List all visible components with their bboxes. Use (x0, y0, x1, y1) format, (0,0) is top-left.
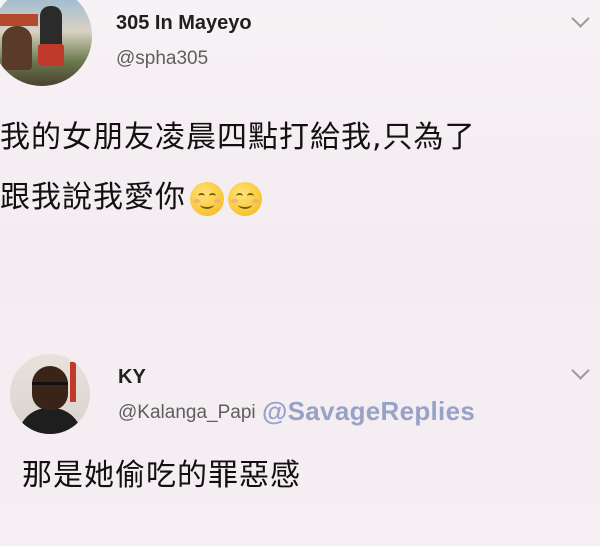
tweet-text-line: 那是她偷吃的罪惡感 (22, 458, 301, 493)
avatar[interactable] (0, 0, 92, 86)
author-handle[interactable]: @Kalanga_Papi (118, 402, 256, 424)
tweet-2: KY @Kalanga_Papi @SavageReplies 那是她偷吃的罪惡… (0, 340, 600, 546)
tweet-text: 跟我說我愛你 (0, 180, 186, 215)
tweet-1: 305 In Mayeyo @spha305 我的女朋友凌晨四點打給我,只為了 … (0, 0, 600, 330)
author-name[interactable]: KY (118, 366, 146, 389)
chevron-down-icon[interactable] (571, 361, 590, 380)
author-handle[interactable]: @spha305 (116, 48, 208, 70)
avatar[interactable] (10, 354, 90, 434)
tweet-text-line: 我的女朋友凌晨四點打給我,只為了 (0, 120, 476, 155)
author-name[interactable]: 305 In Mayeyo (116, 12, 252, 35)
smiling-face-icon (190, 181, 224, 216)
watermark: @SavageReplies (262, 396, 476, 426)
tweet-text-line-2: 跟我說我愛你 (0, 172, 262, 216)
chevron-down-icon[interactable] (571, 9, 590, 28)
smiling-face-icon (228, 181, 262, 216)
